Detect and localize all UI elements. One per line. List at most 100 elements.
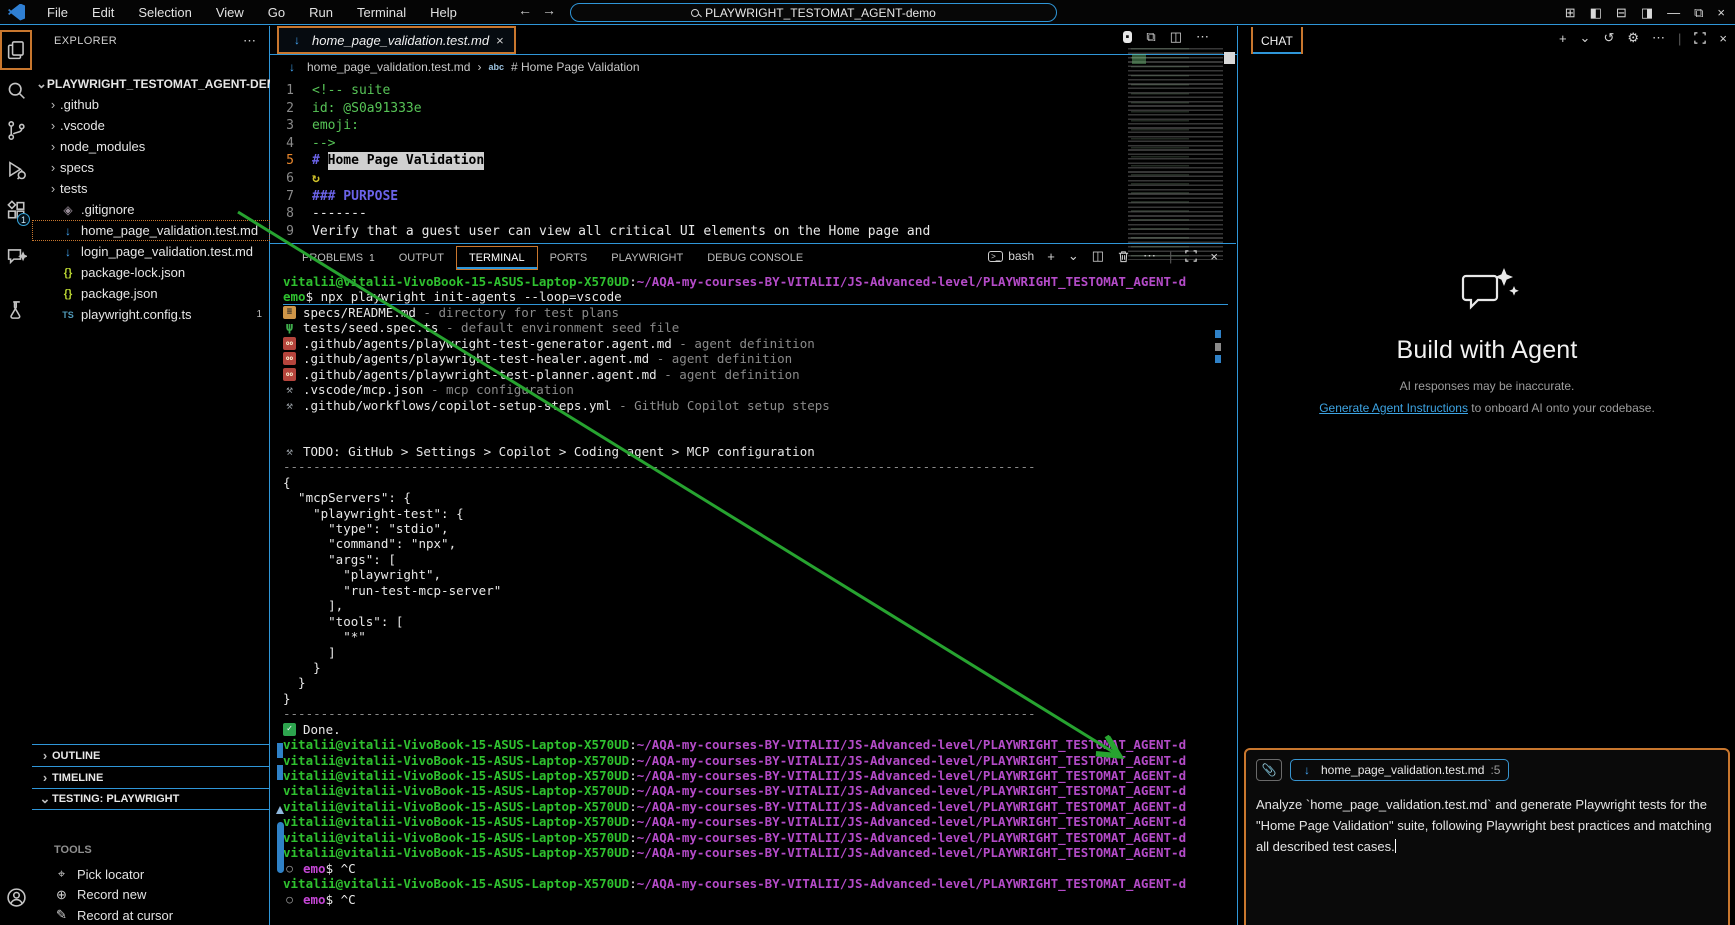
- panel-more-actions-icon[interactable]: ⋯: [1143, 248, 1156, 264]
- code-line-3[interactable]: 3emoji:: [270, 117, 1130, 135]
- menu-go[interactable]: Go: [256, 2, 297, 23]
- panel-tab-output[interactable]: OUTPUT: [387, 247, 456, 269]
- tree-item-.vscode[interactable]: ›.vscode: [32, 115, 270, 136]
- context-chip[interactable]: ↓ home_page_validation.test.md:5: [1290, 759, 1509, 781]
- chat-maximize-icon[interactable]: [1694, 31, 1706, 46]
- tree-item-playwright.config.ts[interactable]: TSplaywright.config.ts1: [32, 304, 270, 325]
- shell-selector[interactable]: >_ bash: [988, 249, 1034, 263]
- minimize-icon[interactable]: —: [1667, 5, 1680, 20]
- extensions-activity-icon[interactable]: 1: [0, 190, 32, 230]
- chat-dropdown-icon[interactable]: ⌄: [1580, 30, 1591, 46]
- maximize-panel-icon[interactable]: [1185, 249, 1197, 264]
- source-control-activity-icon[interactable]: [0, 110, 32, 150]
- code-line-2[interactable]: 2id: @S0a91333e: [270, 100, 1130, 118]
- panel-tab-debug-console[interactable]: DEBUG CONSOLE: [695, 247, 815, 269]
- breadcrumb-file[interactable]: home_page_validation.test.md: [307, 60, 470, 74]
- menu-view[interactable]: View: [204, 2, 256, 23]
- testing-activity-icon[interactable]: [0, 290, 32, 330]
- tab-close-icon[interactable]: ×: [496, 33, 504, 48]
- tree-item-.github[interactable]: ›.github: [32, 94, 270, 115]
- tool-plus[interactable]: ⊕Record new: [54, 885, 254, 905]
- code-line-6[interactable]: 6↻: [270, 170, 1130, 188]
- menu-file[interactable]: File: [35, 2, 80, 23]
- code-line-5[interactable]: 5# Home Page Validation: [270, 152, 1130, 170]
- tab-home-page-validation[interactable]: ↓ home_page_validation.test.md ×: [277, 26, 516, 54]
- testing-playwright-section-header[interactable]: ⌄TESTING: PLAYWRIGHT: [32, 788, 270, 810]
- menu-help[interactable]: Help: [418, 2, 469, 23]
- panel-tab-playwright[interactable]: PLAYWRIGHT: [599, 247, 695, 269]
- outline-section-header[interactable]: ›OUTLINE: [32, 744, 270, 766]
- tree-root[interactable]: ⌄PLAYWRIGHT_TESTOMAT_AGENT-DEMO: [32, 73, 270, 94]
- customize-layout-icon[interactable]: ⊞: [1565, 5, 1576, 21]
- tree-item-.gitignore[interactable]: ◈.gitignore: [32, 199, 270, 220]
- symbol-string-icon: abc: [488, 62, 504, 72]
- tree-item-home_page_validation.test.md[interactable]: ↓home_page_validation.test.md: [32, 220, 270, 241]
- search-activity-icon[interactable]: [0, 70, 32, 110]
- layout-toggle-icon[interactable]: ▪: [1123, 31, 1133, 43]
- close-window-icon[interactable]: ×: [1717, 5, 1725, 20]
- code-line-9[interactable]: 9Verify that a guest user can view all c…: [270, 223, 1130, 241]
- tree-item-node_modules[interactable]: ›node_modules: [32, 136, 270, 157]
- panel-tab-ports[interactable]: PORTS: [538, 247, 600, 269]
- chat-input-box[interactable]: 📎 ↓ home_page_validation.test.md:5 Analy…: [1244, 748, 1730, 925]
- toggle-panel-icon[interactable]: ⊟: [1616, 5, 1627, 21]
- more-actions-icon[interactable]: ⋯: [1196, 29, 1209, 45]
- chat-close-icon[interactable]: ×: [1719, 31, 1727, 46]
- command-center-search[interactable]: PLAYWRIGHT_TESTOMAT_AGENT-demo: [570, 3, 1057, 22]
- run-debug-activity-icon[interactable]: [0, 150, 32, 190]
- toggle-sidebar-icon[interactable]: ◧: [1590, 5, 1602, 21]
- chat-settings-icon[interactable]: ⚙: [1627, 30, 1639, 46]
- kill-terminal-icon[interactable]: [1117, 249, 1130, 264]
- toggle-secondary-sidebar-icon[interactable]: ◨: [1641, 5, 1653, 21]
- back-icon[interactable]: ←: [518, 2, 542, 18]
- new-terminal-icon[interactable]: +: [1047, 249, 1055, 264]
- restore-icon[interactable]: ⧉: [1694, 5, 1703, 21]
- account-icon[interactable]: [0, 877, 32, 917]
- menu-run[interactable]: Run: [297, 2, 345, 23]
- tool-pencil[interactable]: ✎Record at cursor: [54, 905, 254, 925]
- code-line-1[interactable]: 1<!-- suite: [270, 82, 1130, 100]
- chat-header: CHAT + ⌄ ↺ ⚙ ⋯ | ×: [1238, 26, 1735, 55]
- chat-activity-icon[interactable]: [0, 236, 32, 276]
- terminal-output[interactable]: vitalii@vitalii-VivoBook-15-ASUS-Laptop-…: [283, 274, 1228, 924]
- attach-context-icon[interactable]: 📎: [1256, 759, 1282, 781]
- panel-tab-terminal[interactable]: TERMINAL: [456, 246, 538, 270]
- new-chat-icon[interactable]: +: [1559, 31, 1567, 46]
- tree-item-package-lock.json[interactable]: {}package-lock.json: [32, 262, 270, 283]
- breadcrumb-symbol[interactable]: # Home Page Validation: [511, 60, 640, 74]
- chat-tab[interactable]: CHAT: [1251, 27, 1303, 54]
- panel-tab-problems[interactable]: PROBLEMS1: [290, 247, 387, 269]
- code-line-8[interactable]: 8-------: [270, 205, 1130, 223]
- tree-item-tests[interactable]: ›tests: [32, 178, 270, 199]
- open-changes-icon[interactable]: ⧉: [1146, 29, 1155, 45]
- menu-terminal[interactable]: Terminal: [345, 2, 418, 23]
- chat-history-icon[interactable]: ↺: [1603, 30, 1614, 46]
- tree-item-login_page_validation.test.md[interactable]: ↓login_page_validation.test.md: [32, 241, 270, 262]
- extensions-badge: 1: [17, 213, 30, 226]
- tool-pick[interactable]: ⌖Pick locator: [54, 864, 254, 884]
- editor-tab-bar: ↓ home_page_validation.test.md × ▪ ⧉ ◫ ⋯: [270, 26, 1237, 55]
- minimap[interactable]: [1128, 48, 1223, 260]
- tree-item-package.json[interactable]: {}package.json: [32, 283, 270, 304]
- split-terminal-icon[interactable]: ◫: [1092, 248, 1104, 264]
- terminal-dropdown-icon[interactable]: ⌄: [1068, 248, 1079, 264]
- explorer-more-actions-icon[interactable]: ⋯: [243, 33, 257, 49]
- generate-agent-instructions-link[interactable]: Generate Agent Instructions: [1319, 401, 1468, 415]
- menu-edit[interactable]: Edit: [80, 2, 126, 23]
- chat-message-input[interactable]: Analyze `home_page_validation.test.md` a…: [1256, 794, 1718, 857]
- chat-more-actions-icon[interactable]: ⋯: [1652, 30, 1665, 46]
- terminal-scrollbar-thumb[interactable]: [277, 822, 284, 873]
- scroll-up-arrow-icon[interactable]: [276, 806, 284, 814]
- tree-item-specs[interactable]: ›specs: [32, 157, 270, 178]
- breadcrumb[interactable]: ↓ home_page_validation.test.md › abc # H…: [284, 58, 640, 76]
- split-editor-icon[interactable]: ◫: [1170, 29, 1182, 45]
- timeline-section-header[interactable]: ›TIMELINE: [32, 766, 270, 788]
- forward-icon[interactable]: →: [542, 2, 566, 18]
- close-panel-icon[interactable]: ×: [1210, 249, 1218, 264]
- code-line-4[interactable]: 4-->: [270, 135, 1130, 153]
- explorer-activity-icon[interactable]: [0, 30, 32, 70]
- code-line-7[interactable]: 7### PURPOSE: [270, 188, 1130, 206]
- editor-code[interactable]: 1<!-- suite2id: @S0a91333e3emoji:4-->5# …: [270, 82, 1130, 243]
- menu-selection[interactable]: Selection: [126, 2, 203, 23]
- editor-scrollbar[interactable]: [1224, 52, 1235, 64]
